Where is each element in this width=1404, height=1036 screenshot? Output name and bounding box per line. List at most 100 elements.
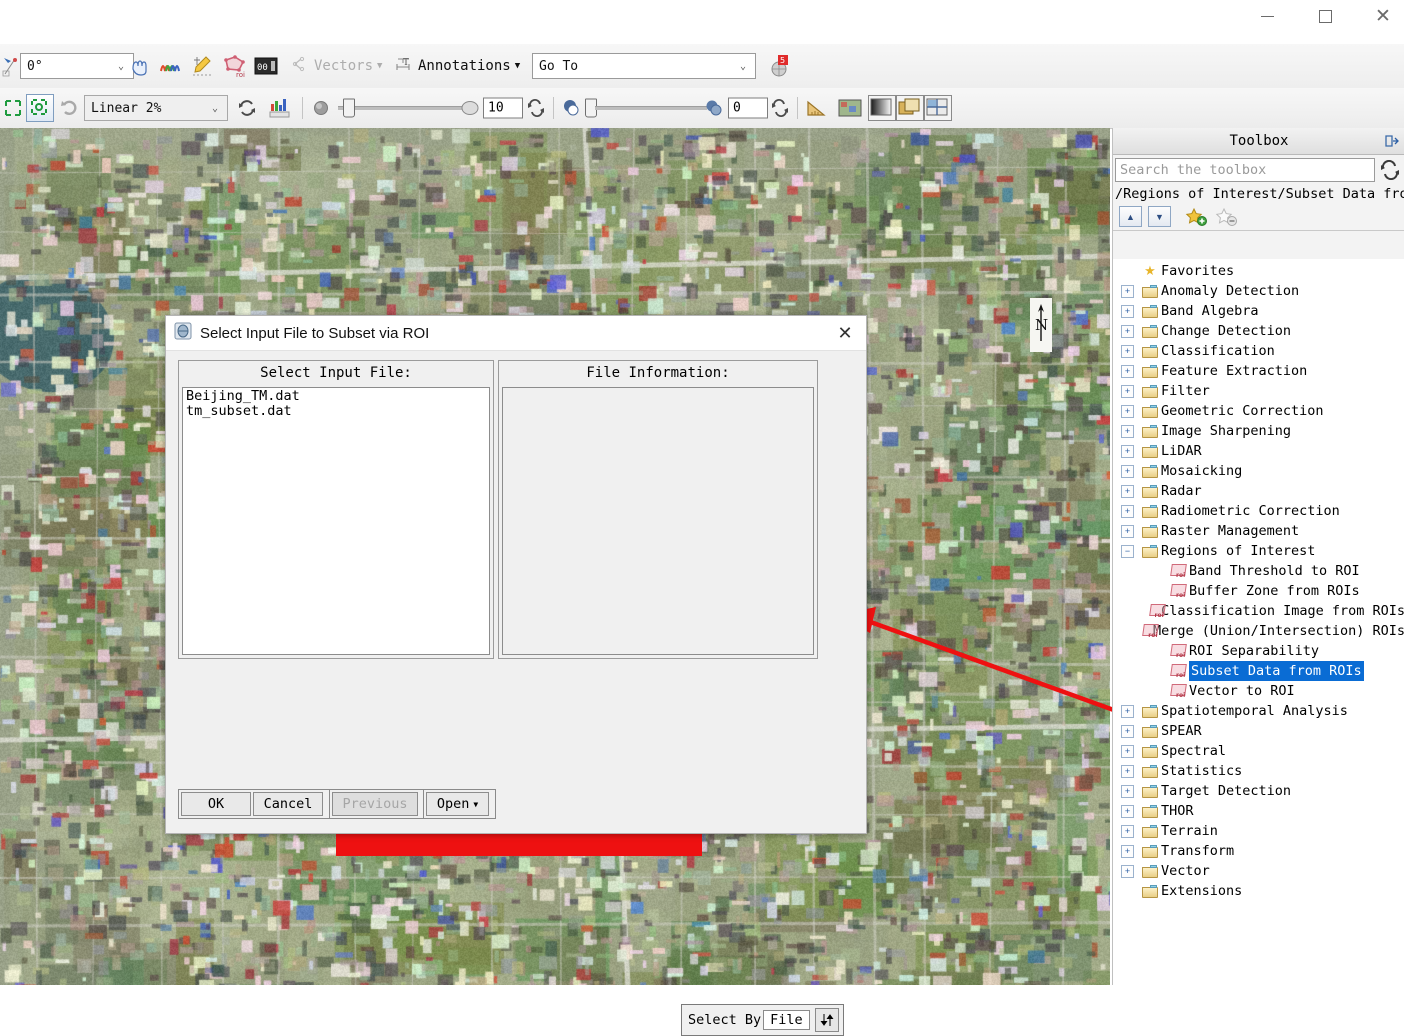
add-favorite-star-icon[interactable] bbox=[1185, 207, 1209, 227]
expand-node-icon[interactable]: + bbox=[1121, 364, 1134, 378]
expand-node-icon[interactable]: + bbox=[1121, 704, 1134, 718]
tree-item[interactable]: + Vector bbox=[1113, 861, 1404, 881]
collapse-node-icon[interactable]: − bbox=[1121, 544, 1134, 558]
brightness-slider-track[interactable] bbox=[338, 106, 464, 110]
tree-item[interactable]: + Filter bbox=[1113, 381, 1404, 401]
contrast-value-field[interactable]: 0 bbox=[728, 97, 768, 119]
expand-node-icon[interactable]: + bbox=[1121, 384, 1134, 398]
tree-item[interactable]: roi Merge (Union/Intersection) ROIs bbox=[1113, 621, 1404, 641]
rotation-angle-combobox[interactable]: 0° ⌄ bbox=[20, 53, 134, 79]
tree-item[interactable]: roi Buffer Zone from ROIs bbox=[1113, 581, 1404, 601]
expand-node-icon[interactable]: + bbox=[1121, 824, 1134, 838]
swipe-view-icon[interactable] bbox=[924, 95, 952, 121]
tree-item[interactable]: + Spectral bbox=[1113, 741, 1404, 761]
expand-node-icon[interactable]: + bbox=[1121, 424, 1134, 438]
input-file-list[interactable]: Beijing_TM.dat tm_subset.dat bbox=[182, 387, 490, 655]
expand-node-icon[interactable]: + bbox=[1121, 724, 1134, 738]
select-by-control[interactable]: Select By File bbox=[681, 1004, 844, 1036]
roi-tool-icon[interactable]: roi bbox=[222, 54, 248, 79]
reset-contrast-icon[interactable] bbox=[770, 98, 790, 118]
tree-item[interactable]: + Terrain bbox=[1113, 821, 1404, 841]
refresh-icon[interactable] bbox=[1379, 159, 1401, 181]
image-display-icon[interactable] bbox=[838, 98, 862, 118]
expand-node-icon[interactable]: + bbox=[1121, 284, 1134, 298]
tree-item[interactable]: + Band Algebra bbox=[1113, 301, 1404, 321]
refresh-icon[interactable] bbox=[236, 97, 258, 119]
histogram-icon[interactable] bbox=[268, 96, 292, 120]
expand-node-icon[interactable]: + bbox=[1121, 504, 1134, 518]
brightness-slider-thumb[interactable] bbox=[343, 98, 355, 118]
tree-item[interactable]: + Change Detection bbox=[1113, 321, 1404, 341]
tree-item[interactable]: + Transform bbox=[1113, 841, 1404, 861]
expand-node-icon[interactable]: + bbox=[1121, 344, 1134, 358]
tree-item[interactable]: roi Band Threshold to ROI bbox=[1113, 561, 1404, 581]
spectral-profile-icon[interactable] bbox=[158, 55, 182, 77]
flicker-view-icon[interactable] bbox=[896, 95, 924, 121]
tree-item[interactable]: + Mosaicking bbox=[1113, 461, 1404, 481]
tree-item[interactable]: + Image Sharpening bbox=[1113, 421, 1404, 441]
brightness-value-field[interactable]: 10 bbox=[483, 97, 523, 119]
tree-item[interactable]: ★ Favorites bbox=[1113, 261, 1404, 281]
tree-item[interactable]: + Anomaly Detection bbox=[1113, 281, 1404, 301]
expand-node-icon[interactable]: + bbox=[1121, 844, 1134, 858]
dialog-close-button[interactable]: ✕ bbox=[828, 318, 862, 348]
tree-item[interactable]: − Regions of Interest bbox=[1113, 541, 1404, 561]
tree-item[interactable]: roi ROI Separability bbox=[1113, 641, 1404, 661]
reset-brightness-icon[interactable] bbox=[526, 98, 546, 118]
expand-node-icon[interactable]: + bbox=[1121, 464, 1134, 478]
tree-item[interactable]: roi Classification Image from ROIs bbox=[1113, 601, 1404, 621]
rotate-tool-icon[interactable] bbox=[2, 55, 20, 77]
input-file-item[interactable]: tm_subset.dat bbox=[186, 404, 489, 419]
window-minimize-button[interactable] bbox=[1244, 0, 1290, 32]
tree-item[interactable]: + Statistics bbox=[1113, 761, 1404, 781]
tree-item[interactable]: roi Subset Data from ROIs bbox=[1113, 661, 1404, 681]
tree-item[interactable]: + Target Detection bbox=[1113, 781, 1404, 801]
expand-node-icon[interactable]: + bbox=[1121, 404, 1134, 418]
tree-item[interactable]: roi Vector to ROI bbox=[1113, 681, 1404, 701]
expand-node-icon[interactable]: + bbox=[1121, 524, 1134, 538]
refresh-stretch-icon[interactable] bbox=[58, 97, 80, 119]
tree-item[interactable]: + Radiometric Correction bbox=[1113, 501, 1404, 521]
measure-tool-icon[interactable] bbox=[806, 97, 828, 119]
annotations-menu[interactable]: T Annotations ▼ bbox=[394, 54, 520, 78]
contrast-slider-track[interactable] bbox=[595, 106, 707, 110]
cancel-button[interactable]: Cancel bbox=[253, 792, 323, 816]
open-button[interactable]: Open ▼ bbox=[426, 792, 489, 816]
tree-item[interactable]: + Classification bbox=[1113, 341, 1404, 361]
tree-item[interactable]: + LiDAR bbox=[1113, 441, 1404, 461]
pan-hand-icon[interactable] bbox=[128, 55, 152, 77]
blend-view-icon[interactable] bbox=[868, 95, 896, 121]
pin-panel-icon[interactable] bbox=[1383, 132, 1401, 150]
select-by-swap-button[interactable] bbox=[814, 1008, 839, 1032]
tree-item[interactable]: + THOR bbox=[1113, 801, 1404, 821]
previous-button[interactable]: Previous bbox=[332, 792, 418, 816]
tree-item[interactable]: + Raster Management bbox=[1113, 521, 1404, 541]
zoom-to-extent-icon[interactable] bbox=[2, 97, 24, 119]
expand-node-icon[interactable]: + bbox=[1121, 304, 1134, 318]
tree-item[interactable]: + Spatiotemporal Analysis bbox=[1113, 701, 1404, 721]
expand-node-icon[interactable]: + bbox=[1121, 784, 1134, 798]
tree-item[interactable]: + SPEAR bbox=[1113, 721, 1404, 741]
tree-item[interactable]: + Geometric Correction bbox=[1113, 401, 1404, 421]
expand-node-icon[interactable]: + bbox=[1121, 744, 1134, 758]
pixel-values-icon[interactable]: 00 bbox=[254, 56, 278, 76]
expand-node-icon[interactable]: + bbox=[1121, 324, 1134, 338]
portal-badge-icon[interactable]: 5 bbox=[768, 54, 790, 78]
select-by-value[interactable]: File bbox=[763, 1010, 810, 1030]
goto-combobox[interactable]: Go To ⌄ bbox=[532, 53, 756, 79]
window-close-button[interactable]: ✕ bbox=[1360, 0, 1404, 32]
remove-favorite-star-icon[interactable] bbox=[1215, 207, 1239, 227]
annotation-pencil-icon[interactable] bbox=[190, 54, 214, 78]
nav-down-button[interactable]: ▼ bbox=[1148, 206, 1171, 227]
nav-up-button[interactable]: ▲ bbox=[1119, 206, 1142, 227]
tree-item[interactable]: + Feature Extraction bbox=[1113, 361, 1404, 381]
tree-item[interactable]: + Radar bbox=[1113, 481, 1404, 501]
window-maximize-button[interactable] bbox=[1302, 0, 1348, 32]
expand-node-icon[interactable]: + bbox=[1121, 804, 1134, 818]
ok-button[interactable]: OK bbox=[181, 792, 251, 816]
expand-node-icon[interactable]: + bbox=[1121, 444, 1134, 458]
tree-item[interactable]: Extensions bbox=[1113, 881, 1404, 901]
expand-node-icon[interactable]: + bbox=[1121, 764, 1134, 778]
input-file-item[interactable]: Beijing_TM.dat bbox=[186, 389, 489, 404]
stretch-type-combobox[interactable]: Linear 2% ⌄ bbox=[84, 95, 228, 121]
